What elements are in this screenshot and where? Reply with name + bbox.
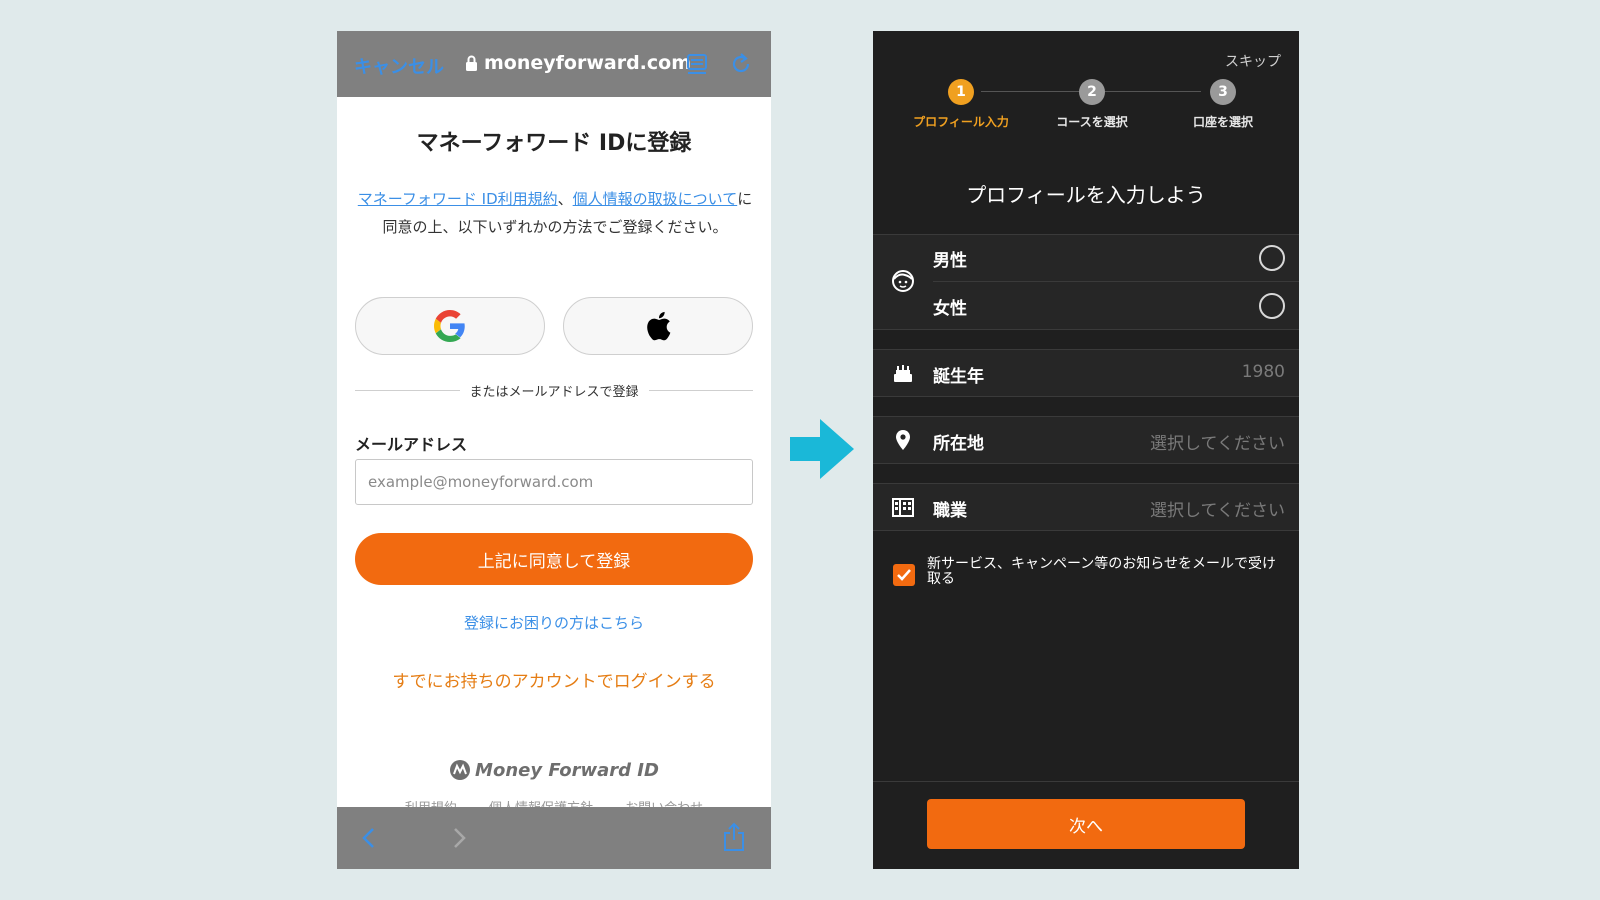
occupation-field[interactable]: 職業 選択してください [873, 483, 1299, 531]
cake-icon [894, 365, 912, 382]
birth-year-field[interactable]: 誕生年 1980 [873, 349, 1299, 397]
email-label: メールアドレス [355, 435, 468, 454]
step-account: 3 口座を選択 [1163, 79, 1283, 130]
forward-icon[interactable] [449, 825, 469, 851]
gender-selector: 男性 女性 [873, 234, 1299, 330]
email-input[interactable] [355, 459, 753, 505]
url-text: moneyforward.com [484, 52, 692, 74]
page-title: マネーフォワード IDに登録 [416, 131, 692, 156]
money-forward-logo-icon [450, 760, 471, 780]
newsletter-text: 新サービス、キャンペーン等のお知らせをメールで受け取る [927, 556, 1277, 587]
birth-year-label: 誕生年 [933, 367, 984, 387]
agree-register-button[interactable]: 上記に同意して登録 [355, 533, 753, 585]
step-profile: 1 プロフィール入力 [901, 79, 1021, 130]
step-label: 口座を選択 [1192, 115, 1253, 129]
google-signin-button[interactable] [355, 297, 545, 355]
divider: またはメールアドレスで登録 [355, 380, 754, 400]
terms-text: マネーフォワード ID利用規約、個人情報の取扱についてに同意の上、以下いずれかの… [357, 190, 753, 236]
step-number: 2 [1079, 79, 1105, 105]
profile-title: プロフィールを入力しよう [966, 183, 1206, 207]
male-radio[interactable] [1259, 245, 1285, 271]
newsletter-opt-in[interactable]: 新サービス、キャンペーン等のお知らせをメールで受け取る [893, 557, 1283, 587]
divider-text: またはメールアドレスで登録 [469, 384, 639, 400]
footer-bar: 次へ [873, 781, 1299, 869]
existing-account-login-link[interactable]: すでにお持ちのアカウントでログインする [337, 667, 771, 692]
apple-icon [647, 311, 671, 341]
privacy-link[interactable]: 個人情報の取扱について [573, 190, 738, 208]
progress-stepper: 1 プロフィール入力 2 コースを選択 3 口座を選択 [873, 79, 1299, 139]
occupation-label: 職業 [933, 501, 967, 521]
logo-text: Money Forward ID [475, 759, 659, 781]
terms-of-use-link[interactable]: マネーフォワード ID利用規約 [358, 190, 558, 208]
location-value: 選択してください [1150, 434, 1285, 454]
location-pin-icon [896, 430, 910, 450]
skip-link[interactable]: スキップ [1225, 51, 1281, 71]
newsletter-checkbox[interactable] [893, 564, 915, 586]
back-icon[interactable] [359, 825, 379, 851]
google-icon [434, 310, 465, 342]
step-number: 1 [948, 79, 974, 105]
checkmark-icon [897, 569, 911, 581]
face-icon [892, 270, 914, 292]
gender-label: 女性 [933, 299, 967, 319]
location-label: 所在地 [933, 434, 984, 454]
gender-option-female[interactable]: 女性 [933, 283, 1299, 330]
female-radio[interactable] [1259, 293, 1285, 319]
next-button[interactable]: 次へ [927, 799, 1245, 849]
share-icon[interactable] [721, 822, 747, 852]
lock-icon [466, 55, 477, 71]
arrow-right-icon [790, 419, 854, 479]
cancel-button[interactable]: キャンセル [354, 53, 444, 79]
money-forward-logo: Money Forward ID [337, 759, 771, 781]
gender-label: 男性 [933, 250, 967, 271]
reload-icon[interactable] [729, 52, 753, 76]
step-label: コースを選択 [1056, 115, 1128, 129]
signup-screen: キャンセル moneyforward.com マネーフォワード IDに登録 マネ… [337, 31, 771, 869]
occupation-value: 選択してください [1150, 501, 1285, 521]
location-field[interactable]: 所在地 選択してください [873, 416, 1299, 464]
browser-address-bar: キャンセル moneyforward.com [337, 31, 771, 97]
apple-signin-button[interactable] [563, 297, 753, 355]
registration-help-link[interactable]: 登録にお困りの方はこちら [337, 612, 771, 633]
url-display[interactable]: moneyforward.com [465, 52, 691, 74]
step-number: 3 [1210, 79, 1236, 105]
birth-year-value: 1980 [1241, 362, 1285, 382]
browser-toolbar [337, 807, 771, 869]
step-course: 2 コースを選択 [1032, 79, 1152, 130]
step-label: プロフィール入力 [913, 115, 1009, 129]
building-icon [892, 498, 914, 517]
profile-screen: スキップ 1 プロフィール入力 2 コースを選択 3 口座を選択 プロフィールを… [873, 31, 1299, 869]
gender-option-male[interactable]: 男性 [933, 235, 1299, 282]
reader-view-icon[interactable] [686, 53, 708, 75]
